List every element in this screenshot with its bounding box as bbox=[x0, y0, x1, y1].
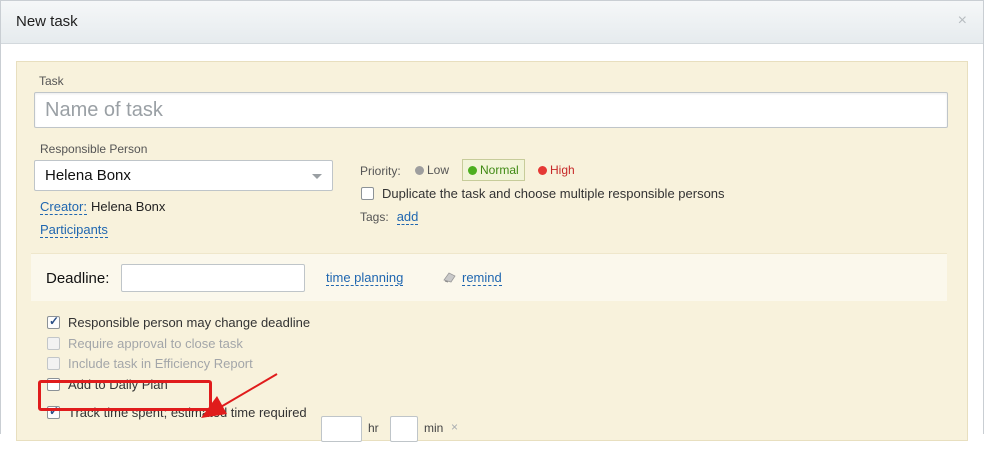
responsible-person-select[interactable]: Helena Bonx bbox=[34, 160, 333, 191]
participants-link[interactable]: Participants bbox=[40, 222, 108, 238]
green-dot-icon bbox=[468, 166, 477, 175]
new-task-dialog: New task × Task Responsible Person Helen… bbox=[0, 0, 984, 442]
gray-dot-icon bbox=[415, 166, 424, 175]
clear-time-icon[interactable]: × bbox=[451, 420, 458, 434]
deadline-section: Deadline: time planning remind bbox=[31, 253, 947, 301]
duplicate-task-row: Duplicate the task and choose multiple r… bbox=[361, 186, 725, 201]
priority-normal-option[interactable]: Normal bbox=[462, 159, 525, 181]
responsible-person-value: Helena Bonx bbox=[45, 167, 131, 184]
priority-high-label: High bbox=[550, 163, 575, 177]
efficiency-report-checkbox[interactable] bbox=[47, 357, 60, 370]
priority-low-option[interactable]: Low bbox=[415, 163, 449, 177]
priority-normal-label: Normal bbox=[480, 163, 519, 177]
creator-row: Creator: Helena Bonx bbox=[40, 199, 166, 215]
duplicate-task-label: Duplicate the task and choose multiple r… bbox=[382, 186, 725, 201]
dialog-body: Task Responsible Person Helena Bonx Crea… bbox=[1, 45, 983, 442]
priority-label: Priority: bbox=[360, 164, 401, 178]
task-label: Task bbox=[39, 74, 64, 88]
annotation-highlight-box bbox=[38, 380, 212, 411]
priority-low-label: Low bbox=[427, 163, 450, 177]
annotation-arrow-icon bbox=[201, 373, 278, 418]
deadline-input[interactable] bbox=[121, 264, 305, 292]
option-row: Require approval to close task bbox=[47, 336, 243, 351]
dialog-titlebar: New task × bbox=[1, 1, 983, 44]
participants-row: Participants bbox=[40, 222, 108, 238]
tags-row: Tags: add bbox=[360, 209, 419, 225]
creator-name: Helena Bonx bbox=[90, 199, 166, 214]
bell-icon bbox=[443, 272, 456, 283]
option-label: Require approval to close task bbox=[68, 336, 243, 351]
task-form-panel: Task Responsible Person Helena Bonx Crea… bbox=[16, 61, 968, 442]
creator-link[interactable]: Creator: bbox=[40, 199, 87, 215]
minutes-unit: min bbox=[424, 421, 444, 435]
option-label: Responsible person may change deadline bbox=[68, 315, 311, 330]
hours-input[interactable] bbox=[321, 416, 362, 442]
chevron-down-icon bbox=[312, 174, 322, 179]
require-approval-checkbox[interactable] bbox=[47, 337, 60, 350]
minutes-input[interactable] bbox=[390, 416, 418, 442]
priority-high-option[interactable]: High bbox=[538, 163, 575, 177]
responsible-label: Responsible Person bbox=[40, 142, 148, 156]
option-row: Responsible person may change deadline bbox=[47, 314, 311, 330]
remind-link[interactable]: remind bbox=[462, 270, 502, 286]
deadline-label: Deadline: bbox=[46, 270, 110, 287]
dialog-title: New task bbox=[16, 13, 78, 30]
close-icon[interactable]: × bbox=[958, 12, 967, 30]
task-name-input[interactable] bbox=[34, 92, 948, 128]
time-planning-link[interactable]: time planning bbox=[326, 270, 404, 286]
responsible-change-deadline-checkbox[interactable] bbox=[47, 314, 60, 329]
hours-unit: hr bbox=[368, 421, 379, 435]
add-tag-link[interactable]: add bbox=[396, 209, 419, 225]
tags-label: Tags: bbox=[360, 210, 389, 224]
red-dot-icon bbox=[538, 166, 547, 175]
duplicate-task-checkbox[interactable] bbox=[361, 187, 374, 200]
